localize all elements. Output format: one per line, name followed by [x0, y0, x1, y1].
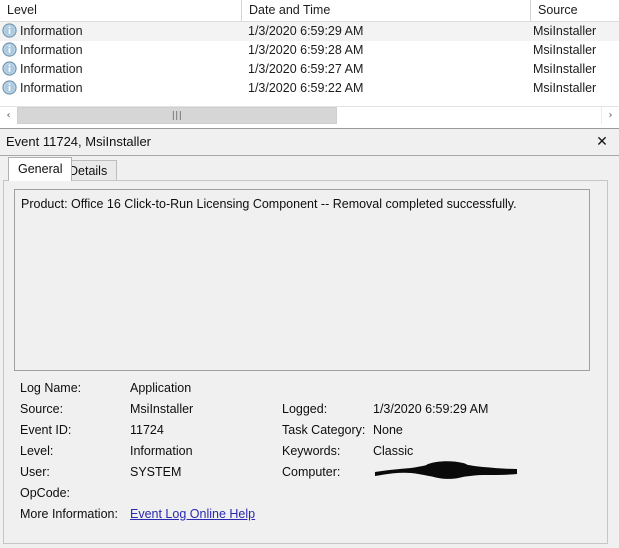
computer-name-redaction: [373, 459, 519, 483]
cell-source: MsiInstaller: [533, 81, 597, 95]
cell-level: Information: [0, 22, 243, 41]
label-user: User:: [20, 465, 50, 479]
label-computer: Computer:: [282, 465, 341, 479]
value-keywords: Classic: [373, 444, 414, 458]
column-header-source[interactable]: Source: [530, 0, 619, 21]
tab-content-general: Product: Office 16 Click-to-Run Licensin…: [3, 180, 608, 544]
event-log-online-help-link[interactable]: Event Log Online Help: [130, 507, 255, 522]
cell-level: Information: [0, 60, 243, 79]
value-user: SYSTEM: [130, 465, 182, 479]
event-list-row[interactable]: Information 1/3/2020 6:59:28 AM MsiInstall…: [0, 41, 619, 60]
event-list-row[interactable]: Information 1/3/2020 6:59:22 AM MsiInstall…: [0, 79, 619, 98]
event-list-row[interactable]: Information 1/3/2020 6:59:29 AM MsiInstall…: [0, 22, 619, 41]
label-opcode: OpCode:: [20, 486, 71, 500]
scrollbar-grip-icon: |||: [171, 110, 183, 121]
event-list-header: Level Date and Time Source: [0, 0, 619, 22]
detail-title: Event 11724, MsiInstaller: [6, 134, 151, 149]
information-icon: [2, 23, 17, 38]
event-list-rows: Information 1/3/2020 6:59:29 AM MsiInstall…: [0, 22, 619, 98]
cell-source: MsiInstaller: [533, 24, 597, 38]
scrollbar-thumb[interactable]: |||: [17, 107, 337, 124]
scroll-right-arrow-icon[interactable]: ›: [601, 107, 619, 124]
cell-level: Information: [0, 41, 243, 60]
event-list-row[interactable]: Information 1/3/2020 6:59:27 AM MsiInstall…: [0, 60, 619, 79]
scrollbar-track[interactable]: |||: [17, 107, 602, 124]
column-header-level[interactable]: Level: [0, 0, 241, 21]
label-task-category: Task Category:: [282, 423, 366, 437]
detail-tabstrip: General Details: [0, 157, 619, 181]
label-log-name: Log Name:: [20, 381, 82, 395]
cell-level-text: Information: [20, 43, 83, 57]
value-event-id: 11724: [130, 423, 164, 437]
tab-general[interactable]: General: [8, 157, 73, 181]
label-logged: Logged:: [282, 402, 328, 416]
close-icon[interactable]: ✕: [593, 133, 611, 151]
value-source: MsiInstaller: [130, 402, 194, 416]
cell-date-and-time: 1/3/2020 6:59:28 AM: [248, 43, 364, 57]
cell-source: MsiInstaller: [533, 43, 597, 57]
horizontal-scrollbar[interactable]: ‹ ||| ›: [0, 106, 619, 124]
cell-date-and-time: 1/3/2020 6:59:27 AM: [248, 62, 364, 76]
cell-date-and-time: 1/3/2020 6:59:29 AM: [248, 24, 364, 38]
cell-level: Information: [0, 79, 243, 98]
event-message-box[interactable]: Product: Office 16 Click-to-Run Licensin…: [14, 189, 590, 371]
label-source: Source:: [20, 402, 64, 416]
event-list[interactable]: Level Date and Time Source Information 1/…: [0, 0, 619, 104]
value-level: Information: [130, 444, 193, 458]
information-icon: [2, 61, 17, 76]
cell-level-text: Information: [20, 81, 83, 95]
scroll-left-arrow-icon[interactable]: ‹: [0, 107, 18, 124]
value-log-name: Application: [130, 381, 192, 395]
cell-level-text: Information: [20, 62, 83, 76]
label-more-information: More Information:: [20, 507, 118, 521]
cell-date-and-time: 1/3/2020 6:59:22 AM: [248, 81, 364, 95]
cell-level-text: Information: [20, 24, 83, 38]
value-logged: 1/3/2020 6:59:29 AM: [373, 402, 489, 416]
label-level: Level:: [20, 444, 54, 458]
information-icon: [2, 42, 17, 57]
event-detail-pane: Event 11724, MsiInstaller ✕ General Deta…: [0, 128, 619, 548]
detail-titlebar: Event 11724, MsiInstaller ✕: [0, 129, 619, 156]
event-message-text: Product: Office 16 Click-to-Run Licensin…: [21, 197, 517, 211]
label-event-id: Event ID:: [20, 423, 72, 437]
event-properties: Log Name: Application Source: MsiInstall…: [4, 381, 607, 541]
column-header-date-and-time[interactable]: Date and Time: [241, 0, 530, 21]
value-task-category: None: [373, 423, 403, 437]
cell-source: MsiInstaller: [533, 62, 597, 76]
information-icon: [2, 80, 17, 95]
label-keywords: Keywords:: [282, 444, 341, 458]
